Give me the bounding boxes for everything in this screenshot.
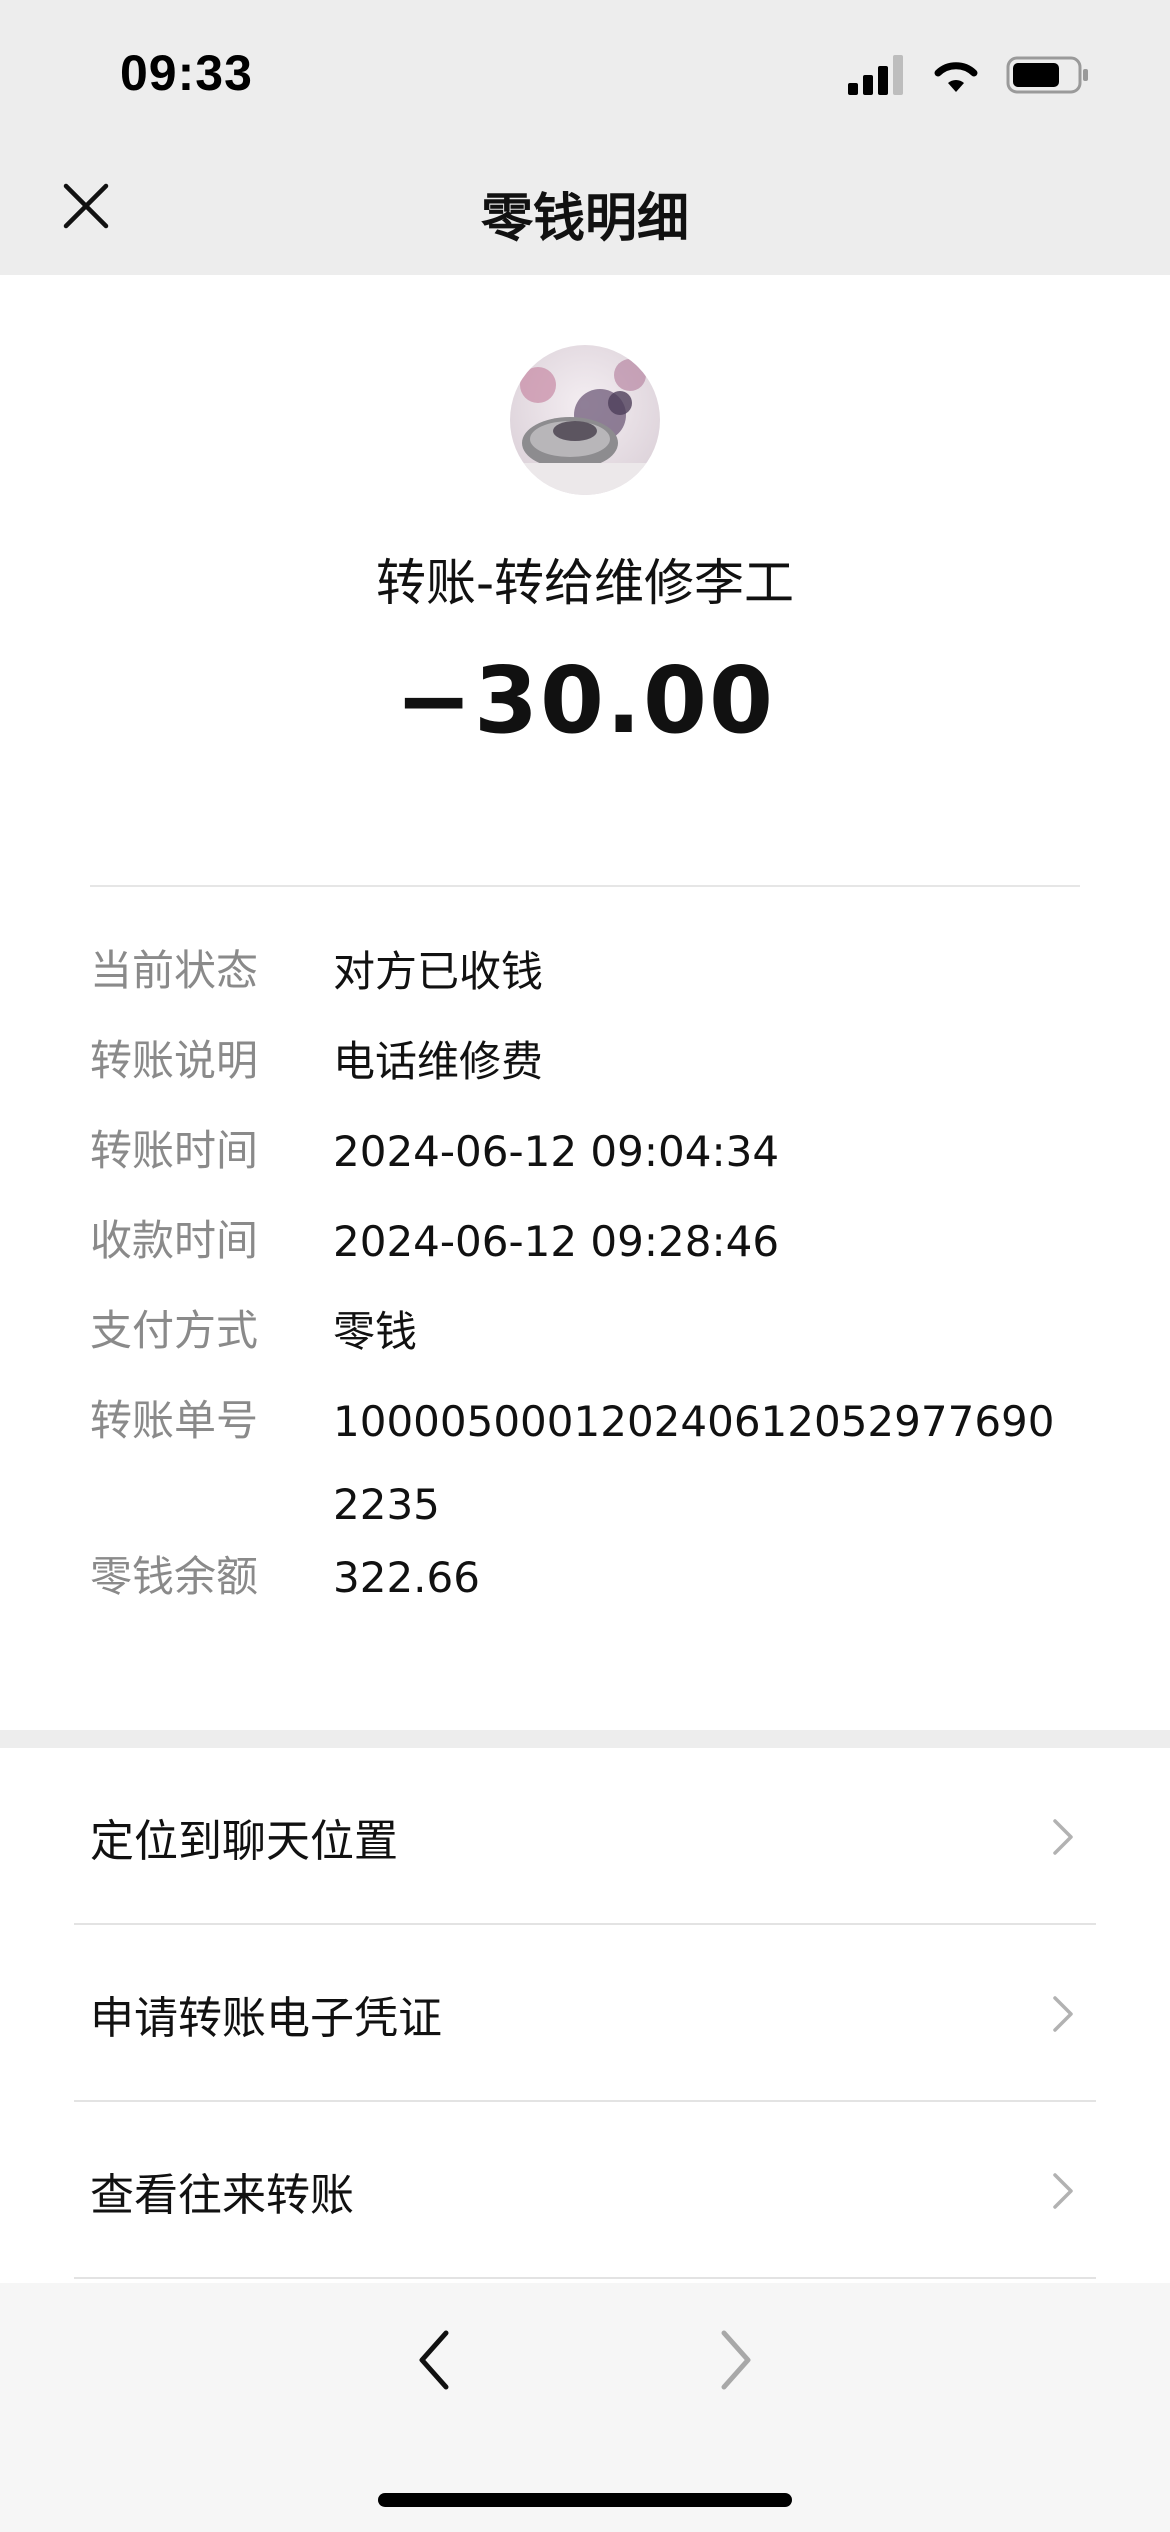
detail-label: 转账说明 <box>90 1036 259 1085</box>
action-list: 定位到聊天位置 申请转账电子凭证 查看往来转账 <box>0 1748 1170 2283</box>
detail-row-payment-method: 支付方式 零钱 <box>90 1300 1080 1390</box>
request-receipt-button[interactable]: 申请转账电子凭证 <box>0 1925 1170 2102</box>
detail-row-receive-time: 收款时间 2024-06-12 09:28:46 <box>90 1210 1080 1300</box>
detail-value: 零钱 <box>333 1307 418 1356</box>
action-label: 查看往来转账 <box>90 2169 354 2221</box>
chevron-right-icon <box>1052 1818 1074 1856</box>
detail-value: 322.66 <box>333 1553 480 1602</box>
cellular-signal-icon <box>848 55 906 99</box>
detail-row-order-number: 转账单号 100005000120240612052977690223​5 <box>90 1390 1080 1546</box>
detail-value: 100005000120240612052977690223​5 <box>333 1397 1055 1529</box>
chevron-right-icon[interactable] <box>716 2325 756 2395</box>
status-bar: 09:33 <box>0 0 1170 150</box>
detail-value: 电话维修费 <box>333 1037 544 1086</box>
chevron-left-icon[interactable] <box>414 2325 454 2395</box>
chevron-right-icon <box>1052 2172 1074 2210</box>
detail-row-transfer-time: 转账时间 2024-06-12 09:04:34 <box>90 1120 1080 1210</box>
detail-label: 转账时间 <box>90 1126 259 1175</box>
avatar <box>510 345 660 495</box>
locate-chat-button[interactable]: 定位到聊天位置 <box>0 1748 1170 1925</box>
page-title: 零钱明细 <box>480 189 689 249</box>
detail-label: 支付方式 <box>90 1306 259 1355</box>
home-indicator[interactable] <box>378 2493 792 2507</box>
detail-value: 2024-06-12 09:28:46 <box>333 1217 780 1266</box>
detail-row-balance: 零钱余额 322.66 <box>90 1546 1080 1636</box>
divider <box>74 2277 1096 2279</box>
status-icons <box>848 55 1090 99</box>
detail-label: 转账单号 <box>90 1396 259 1445</box>
battery-icon <box>1006 55 1090 99</box>
detail-row-status: 当前状态 对方已收钱 <box>90 940 1080 1030</box>
detail-label: 当前状态 <box>90 946 259 995</box>
detail-label: 零钱余额 <box>90 1552 259 1601</box>
transaction-amount: −30.00 <box>394 647 776 754</box>
transaction-detail-card: 转账-转给维修李工 −30.00 当前状态 对方已收钱 转账说明 电话维修费 转… <box>0 275 1170 1730</box>
transaction-title: 转账-转给维修李工 <box>375 554 795 612</box>
detail-value: 对方已收钱 <box>333 947 544 996</box>
action-label: 申请转账电子凭证 <box>90 1992 442 2044</box>
action-label: 定位到聊天位置 <box>90 1815 398 1867</box>
bottom-toolbar <box>0 2283 1170 2532</box>
nav-bar: 零钱明细 <box>0 150 1170 275</box>
detail-list: 当前状态 对方已收钱 转账说明 电话维修费 转账时间 2024-06-12 09… <box>90 940 1080 1636</box>
detail-label: 收款时间 <box>90 1216 259 1265</box>
chevron-right-icon <box>1052 1995 1074 2033</box>
screen: 09:33 零钱明细 转账-转给维修李工 −30.00 当前状态 对方已收钱 转… <box>0 0 1170 2532</box>
divider <box>90 885 1080 887</box>
view-transfers-button[interactable]: 查看往来转账 <box>0 2102 1170 2279</box>
wifi-icon <box>930 56 982 98</box>
detail-row-note: 转账说明 电话维修费 <box>90 1030 1080 1120</box>
status-time: 09:33 <box>120 45 253 101</box>
detail-value: 2024-06-12 09:04:34 <box>333 1127 780 1176</box>
